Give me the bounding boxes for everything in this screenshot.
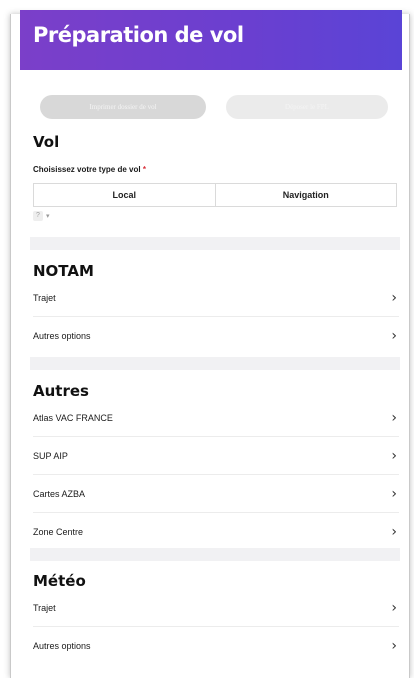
- notam-item-autres-options[interactable]: Autres options ›: [33, 317, 399, 355]
- list-item-label: SUP AIP: [33, 451, 68, 461]
- section-separator: [30, 548, 400, 561]
- chevron-right-icon: ›: [391, 410, 397, 426]
- help-icon: ?: [33, 211, 43, 221]
- chevron-right-icon: ›: [391, 328, 397, 344]
- chevron-right-icon: ›: [391, 486, 397, 502]
- help-toggle[interactable]: ? ▾: [33, 211, 50, 221]
- chevron-right-icon: ›: [391, 638, 397, 654]
- flight-type-local-option[interactable]: Local: [34, 184, 215, 206]
- flight-type-navigation-option[interactable]: Navigation: [214, 184, 397, 206]
- section-separator: [30, 357, 400, 370]
- page-header: Préparation de vol: [20, 10, 402, 70]
- section-heading-notam: NOTAM: [33, 262, 94, 280]
- chevron-right-icon: ›: [391, 524, 397, 540]
- action-buttons: Imprimer dossier de vol Déposer le FPL: [40, 95, 388, 119]
- flight-type-label-text: Choisissez votre type de vol: [33, 165, 141, 174]
- section-heading-autres: Autres: [33, 382, 89, 400]
- section-separator: [30, 237, 400, 250]
- autres-item-cartes-azba[interactable]: Cartes AZBA ›: [33, 475, 399, 513]
- list-item-label: Autres options: [33, 641, 91, 651]
- list-item-label: Trajet: [33, 603, 56, 613]
- flight-type-label: Choisissez votre type de vol *: [33, 165, 146, 174]
- page-title: Préparation de vol: [33, 23, 244, 47]
- list-item-label: Zone Centre: [33, 527, 84, 537]
- autres-item-sup-aip[interactable]: SUP AIP ›: [33, 437, 399, 475]
- autres-item-atlas-vac[interactable]: Atlas VAC FRANCE ›: [33, 399, 399, 437]
- list-item-label: Atlas VAC FRANCE: [33, 413, 113, 423]
- meteo-item-trajet[interactable]: Trajet ›: [33, 589, 399, 627]
- flight-type-selector: Local Navigation: [33, 183, 397, 207]
- chevron-right-icon: ›: [391, 290, 397, 306]
- chevron-right-icon: ›: [391, 600, 397, 616]
- list-item-label: Cartes AZBA: [33, 489, 86, 499]
- section-heading-vol: Vol: [33, 133, 60, 151]
- section-heading-meteo: Météo: [33, 572, 86, 590]
- autres-item-zone-centre[interactable]: Zone Centre ›: [33, 513, 399, 551]
- caret-down-icon: ▾: [46, 213, 50, 220]
- submit-fpl-button[interactable]: Déposer le FPL: [226, 95, 388, 119]
- required-marker: *: [142, 165, 146, 174]
- meteo-item-autres-options[interactable]: Autres options ›: [33, 627, 399, 665]
- chevron-right-icon: ›: [391, 448, 397, 464]
- notam-item-trajet[interactable]: Trajet ›: [33, 279, 399, 317]
- print-flight-file-button[interactable]: Imprimer dossier de vol: [40, 95, 206, 119]
- list-item-label: Trajet: [33, 293, 56, 303]
- list-item-label: Autres options: [33, 331, 91, 341]
